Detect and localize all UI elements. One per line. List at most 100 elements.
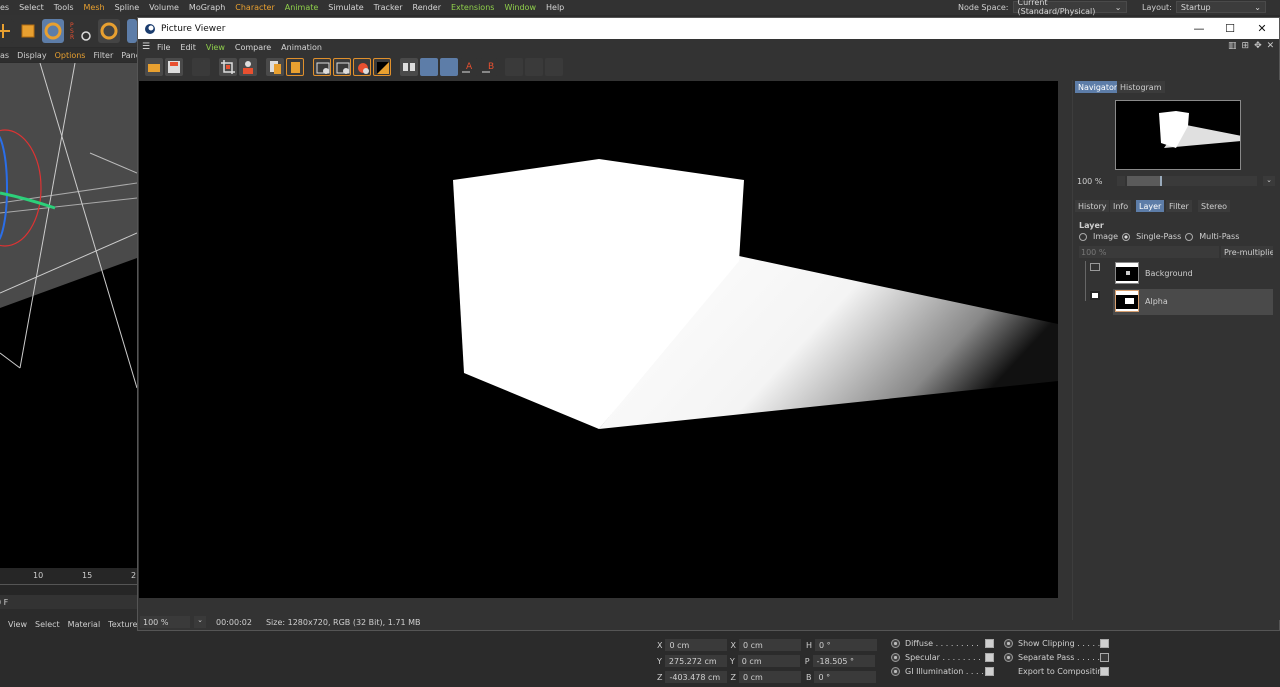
psr-tool-icon[interactable]: PSR xyxy=(68,19,94,43)
menu-mograph[interactable]: MoGraph xyxy=(184,3,230,12)
animation-dot-icon[interactable] xyxy=(891,667,900,676)
menu-tracker[interactable]: Tracker xyxy=(369,3,408,12)
bottom-menu-select[interactable]: Select xyxy=(31,620,64,629)
bottom-menu-texture[interactable]: Texture xyxy=(104,620,137,629)
tab-history[interactable]: History xyxy=(1075,200,1110,212)
visibility-toggle-icon[interactable] xyxy=(1090,291,1100,300)
animation-dot-icon[interactable] xyxy=(891,653,900,662)
save-icon[interactable] xyxy=(165,58,183,76)
size-x-field[interactable]: 0 cm xyxy=(738,639,801,651)
menu-mesh[interactable]: Mesh xyxy=(79,3,110,12)
rot-h-field[interactable]: 0 ° xyxy=(814,639,877,651)
pos-z-field[interactable]: -403.478 cm xyxy=(665,671,728,683)
navigator-thumbnail[interactable] xyxy=(1115,100,1241,170)
menu-simulate[interactable]: Simulate xyxy=(323,3,368,12)
radio-multi-pass[interactable] xyxy=(1185,232,1194,241)
loop-tool-icon[interactable] xyxy=(98,19,120,43)
tab-layer[interactable]: Layer xyxy=(1136,200,1165,212)
left-menu-display[interactable]: Display xyxy=(13,51,51,60)
set-b-icon[interactable]: B xyxy=(480,58,498,76)
region-render-2-icon[interactable] xyxy=(333,58,351,76)
region-render-icon[interactable] xyxy=(313,58,331,76)
3d-viewport[interactable] xyxy=(0,63,137,568)
fit-icon[interactable] xyxy=(505,58,523,76)
hamburger-icon[interactable]: ☰ xyxy=(142,42,152,52)
animation-dot-icon[interactable] xyxy=(891,639,900,648)
menu-window[interactable]: Window xyxy=(499,3,541,12)
rotate-tool-icon[interactable] xyxy=(42,19,64,43)
bottom-menu-material[interactable]: Material xyxy=(64,620,105,629)
menu-volume[interactable]: Volume xyxy=(144,3,184,12)
bottom-menu-view[interactable]: View xyxy=(0,620,31,629)
size-z-field[interactable]: 0 cm xyxy=(738,671,801,683)
paste-icon[interactable] xyxy=(286,58,304,76)
eye-icon[interactable] xyxy=(1090,263,1100,271)
menu-select[interactable]: Select xyxy=(14,3,49,12)
menu-extensions[interactable]: Extensions xyxy=(446,3,499,12)
close-button[interactable]: ✕ xyxy=(1246,18,1278,39)
tab-info[interactable]: Info xyxy=(1110,200,1132,212)
split-view-2-icon[interactable] xyxy=(440,58,458,76)
minimize-button[interactable]: — xyxy=(1183,18,1215,39)
chevron-down-icon[interactable]: ⌄ xyxy=(1263,176,1275,186)
left-menu-options[interactable]: Options xyxy=(51,51,90,60)
color-picker-icon[interactable] xyxy=(373,58,391,76)
render-icon[interactable] xyxy=(192,58,210,76)
layout-dropdown[interactable]: Startup ⌄ xyxy=(1175,1,1266,13)
rot-p-field[interactable]: -18.505 ° xyxy=(812,655,875,667)
zoom-slider[interactable] xyxy=(1127,176,1257,186)
set-a-icon[interactable]: A xyxy=(460,58,478,76)
left-menu-pane[interactable]: Pane xyxy=(117,51,137,60)
export-compositing-checkbox[interactable] xyxy=(1100,667,1109,676)
menu-character[interactable]: Character xyxy=(230,3,280,12)
radio-single-pass[interactable] xyxy=(1122,232,1131,241)
pv-menu-view[interactable]: View xyxy=(201,43,230,52)
move-tool-icon[interactable] xyxy=(0,19,14,43)
separate-pass-checkbox[interactable] xyxy=(1100,653,1109,662)
menu-es[interactable]: es xyxy=(0,3,14,12)
menu-animate[interactable]: Animate xyxy=(280,3,324,12)
menu-spline[interactable]: Spline xyxy=(110,3,145,12)
fit-2-icon[interactable] xyxy=(525,58,543,76)
pos-y-field[interactable]: 275.272 cm xyxy=(664,655,727,667)
chevron-down-icon[interactable]: ⌄ xyxy=(194,616,206,628)
rot-b-field[interactable]: 0 ° xyxy=(814,671,877,683)
specular-checkbox[interactable] xyxy=(985,653,994,662)
diffuse-checkbox[interactable] xyxy=(985,639,994,648)
extra-tool-icon[interactable] xyxy=(127,19,137,43)
pv-menu-compare[interactable]: Compare xyxy=(230,43,276,52)
render-canvas[interactable] xyxy=(139,81,1058,598)
maximize-button[interactable]: ☐ xyxy=(1214,18,1246,39)
gi-checkbox[interactable] xyxy=(985,667,994,676)
status-zoom-field[interactable]: 100 % xyxy=(140,616,190,628)
ab-compare-icon[interactable] xyxy=(400,58,418,76)
pv-menu-file[interactable]: File xyxy=(152,43,175,52)
blend-mode-dropdown[interactable]: Pre-multiplied xyxy=(1221,246,1273,258)
pos-x-field[interactable]: 0 cm xyxy=(665,639,728,651)
zoom-stepper[interactable] xyxy=(1117,176,1125,186)
nav-zoom-value[interactable]: 100 % xyxy=(1077,177,1117,186)
size-y-field[interactable]: 0 cm xyxy=(737,655,800,667)
animation-dot-icon[interactable] xyxy=(1004,639,1013,648)
interactive-render-icon[interactable] xyxy=(353,58,371,76)
crop-icon[interactable] xyxy=(219,58,237,76)
tab-stereo[interactable]: Stereo xyxy=(1198,200,1231,212)
open-icon[interactable] xyxy=(145,58,163,76)
layer-row-selected[interactable]: Alpha xyxy=(1113,289,1273,315)
fit-3-icon[interactable] xyxy=(545,58,563,76)
menu-tools[interactable]: Tools xyxy=(49,3,79,12)
opacity-field[interactable]: 100 % xyxy=(1079,246,1219,258)
animation-dot-icon[interactable] xyxy=(1004,653,1013,662)
left-menu-as[interactable]: as xyxy=(0,51,13,60)
move-icon[interactable]: ✥ xyxy=(1254,41,1262,53)
user-icon[interactable] xyxy=(239,58,257,76)
tab-histogram[interactable]: Histogram xyxy=(1117,81,1165,93)
pv-menu-edit[interactable]: Edit xyxy=(175,43,201,52)
radio-image[interactable] xyxy=(1079,232,1087,241)
picture-viewer-titlebar[interactable]: Picture Viewer — ☐ ✕ xyxy=(138,18,1279,39)
layer-row[interactable]: Background xyxy=(1113,261,1273,285)
tab-navigator[interactable]: Navigator xyxy=(1075,81,1121,93)
close-panel-icon[interactable]: ✕ xyxy=(1267,41,1275,53)
node-space-dropdown[interactable]: Current (Standard/Physical) ⌄ xyxy=(1012,0,1127,16)
expand-icon[interactable]: ⊞ xyxy=(1242,41,1250,53)
